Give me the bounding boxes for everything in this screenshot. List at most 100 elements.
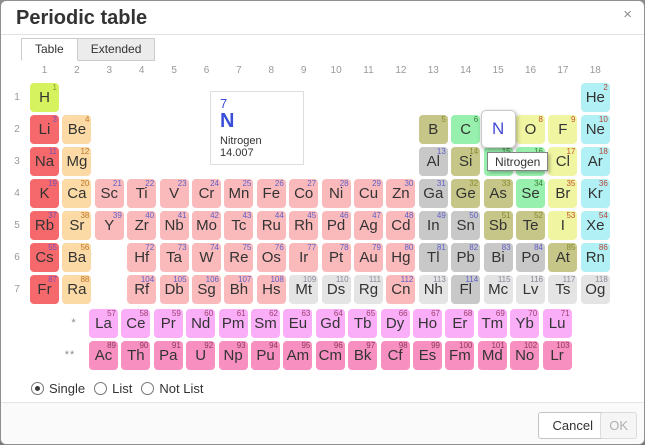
element-se[interactable]: Se34 <box>516 179 545 208</box>
element-fm[interactable]: Fm100 <box>445 341 474 370</box>
element-ga[interactable]: Ga31 <box>419 179 448 208</box>
element-ni[interactable]: Ni28 <box>322 179 351 208</box>
element-la[interactable]: La57 <box>89 309 118 338</box>
element-ti[interactable]: Ti22 <box>127 179 156 208</box>
element-sr[interactable]: Sr38 <box>62 211 91 240</box>
element-rn[interactable]: Rn86 <box>581 243 610 272</box>
element-lr[interactable]: Lr103 <box>543 341 572 370</box>
element-ru[interactable]: Ru44 <box>257 211 286 240</box>
element-pm[interactable]: Pm61 <box>219 309 248 338</box>
element-n[interactable]: N <box>481 110 516 148</box>
element-at[interactable]: At85 <box>548 243 577 272</box>
element-rh[interactable]: Rh45 <box>289 211 318 240</box>
element-pa[interactable]: Pa91 <box>154 341 183 370</box>
element-cn[interactable]: Cn112 <box>386 275 415 304</box>
element-cf[interactable]: Cf98 <box>381 341 410 370</box>
element-mg[interactable]: Mg12 <box>62 147 91 176</box>
element-fe[interactable]: Fe26 <box>257 179 286 208</box>
element-cm[interactable]: Cm96 <box>316 341 345 370</box>
element-al[interactable]: Al13 <box>419 147 448 176</box>
element-i[interactable]: I53 <box>548 211 577 240</box>
element-o[interactable]: O8 <box>516 115 545 144</box>
element-si[interactable]: Si14 <box>451 147 480 176</box>
element-cu[interactable]: Cu29 <box>354 179 383 208</box>
cancel-button[interactable]: Cancel <box>538 412 608 439</box>
element-os[interactable]: Os76 <box>257 243 286 272</box>
element-co[interactable]: Co27 <box>289 179 318 208</box>
element-hf[interactable]: Hf72 <box>127 243 156 272</box>
element-as[interactable]: As33 <box>484 179 513 208</box>
element-ir[interactable]: Ir77 <box>289 243 318 272</box>
element-dy[interactable]: Dy66 <box>381 309 410 338</box>
element-ac[interactable]: Ac89 <box>89 341 118 370</box>
element-v[interactable]: V23 <box>160 179 189 208</box>
element-nb[interactable]: Nb41 <box>160 211 189 240</box>
element-ne[interactable]: Ne10 <box>581 115 610 144</box>
element-mn[interactable]: Mn25 <box>224 179 253 208</box>
element-be[interactable]: Be4 <box>62 115 91 144</box>
radio-not-list[interactable]: Not List <box>141 381 203 396</box>
element-te[interactable]: Te52 <box>516 211 545 240</box>
element-sm[interactable]: Sm62 <box>251 309 280 338</box>
element-cl[interactable]: Cl17 <box>548 147 577 176</box>
element-ds[interactable]: Ds110 <box>322 275 351 304</box>
element-og[interactable]: Og118 <box>581 275 610 304</box>
element-tc[interactable]: Tc43 <box>224 211 253 240</box>
element-hg[interactable]: Hg80 <box>386 243 415 272</box>
element-gd[interactable]: Gd64 <box>316 309 345 338</box>
element-am[interactable]: Am95 <box>283 341 312 370</box>
element-tb[interactable]: Tb65 <box>348 309 377 338</box>
element-bi[interactable]: Bi83 <box>484 243 513 272</box>
element-eu[interactable]: Eu63 <box>283 309 312 338</box>
element-er[interactable]: Er68 <box>445 309 474 338</box>
element-br[interactable]: Br35 <box>548 179 577 208</box>
element-f[interactable]: F9 <box>548 115 577 144</box>
element-po[interactable]: Po84 <box>516 243 545 272</box>
element-lv[interactable]: Lv116 <box>516 275 545 304</box>
element-pr[interactable]: Pr59 <box>154 309 183 338</box>
element-y[interactable]: Y39 <box>95 211 124 240</box>
element-sb[interactable]: Sb51 <box>484 211 513 240</box>
element-w[interactable]: W74 <box>192 243 221 272</box>
ok-button[interactable]: OK <box>600 412 637 439</box>
element-ag[interactable]: Ag47 <box>354 211 383 240</box>
element-tl[interactable]: Tl81 <box>419 243 448 272</box>
element-au[interactable]: Au79 <box>354 243 383 272</box>
element-xe[interactable]: Xe54 <box>581 211 610 240</box>
element-nh[interactable]: Nh113 <box>419 275 448 304</box>
radio-list[interactable]: List <box>94 381 132 396</box>
element-in[interactable]: In49 <box>419 211 448 240</box>
element-ce[interactable]: Ce58 <box>121 309 150 338</box>
element-mo[interactable]: Mo42 <box>192 211 221 240</box>
element-bh[interactable]: Bh107 <box>224 275 253 304</box>
element-mc[interactable]: Mc115 <box>484 275 513 304</box>
element-nd[interactable]: Nd60 <box>186 309 215 338</box>
element-tm[interactable]: Tm69 <box>478 309 507 338</box>
element-yb[interactable]: Yb70 <box>510 309 539 338</box>
element-ge[interactable]: Ge32 <box>451 179 480 208</box>
tab-table[interactable]: Table <box>21 38 78 61</box>
element-hs[interactable]: Hs108 <box>257 275 286 304</box>
element-fl[interactable]: Fl114 <box>451 275 480 304</box>
element-cr[interactable]: Cr24 <box>192 179 221 208</box>
tab-extended[interactable]: Extended <box>78 38 156 61</box>
element-mt[interactable]: Mt109 <box>289 275 318 304</box>
element-zr[interactable]: Zr40 <box>127 211 156 240</box>
element-pt[interactable]: Pt78 <box>322 243 351 272</box>
element-u[interactable]: U92 <box>186 341 215 370</box>
element-no[interactable]: No102 <box>510 341 539 370</box>
element-na[interactable]: Na11 <box>30 147 59 176</box>
element-cs[interactable]: Cs55 <box>30 243 59 272</box>
element-rb[interactable]: Rb37 <box>30 211 59 240</box>
element-ba[interactable]: Ba56 <box>62 243 91 272</box>
element-h[interactable]: H1 <box>30 83 59 112</box>
element-ta[interactable]: Ta73 <box>160 243 189 272</box>
close-icon[interactable]: × <box>623 7 632 22</box>
element-bk[interactable]: Bk97 <box>348 341 377 370</box>
element-c[interactable]: C6 <box>451 115 480 144</box>
element-zn[interactable]: Zn30 <box>386 179 415 208</box>
element-b[interactable]: B5 <box>419 115 448 144</box>
element-pd[interactable]: Pd46 <box>322 211 351 240</box>
element-he[interactable]: He2 <box>581 83 610 112</box>
element-lu[interactable]: Lu71 <box>543 309 572 338</box>
